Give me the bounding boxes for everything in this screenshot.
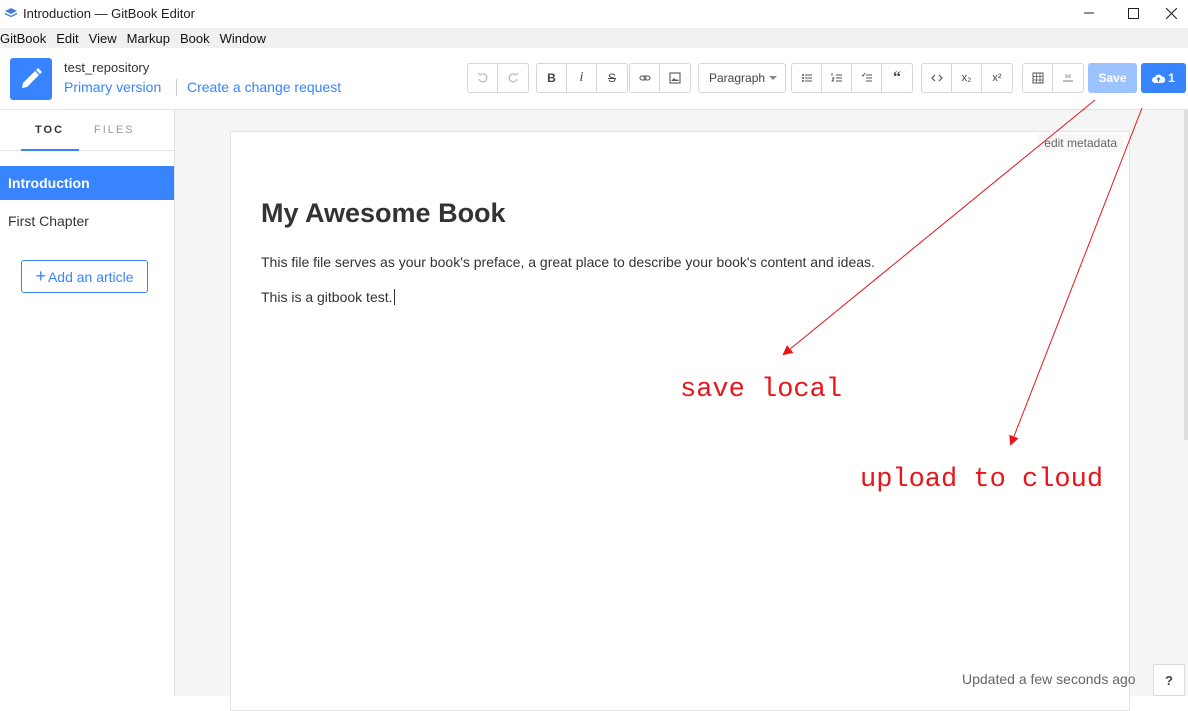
menu-markup[interactable]: Markup — [127, 31, 170, 46]
cloud-upload-icon — [1152, 74, 1166, 83]
list-group: “ — [791, 63, 913, 93]
paragraph-text: This is a gitbook test. — [261, 289, 393, 305]
minimize-button[interactable] — [1067, 0, 1111, 26]
link-button[interactable] — [630, 64, 660, 92]
help-button[interactable]: ? — [1153, 664, 1185, 696]
menu-window[interactable]: Window — [220, 31, 266, 46]
minimize-icon — [1084, 12, 1094, 14]
code-button[interactable] — [922, 64, 952, 92]
bullet-list-icon — [801, 74, 812, 82]
image-button[interactable] — [660, 64, 690, 92]
redo-button[interactable] — [498, 64, 528, 92]
toc-item-introduction[interactable]: Introduction — [0, 166, 174, 200]
strikethrough-button[interactable]: S — [597, 64, 627, 92]
task-list-button[interactable] — [852, 64, 882, 92]
table-group — [1022, 63, 1084, 93]
format-group: B i S — [536, 63, 628, 93]
close-button[interactable] — [1155, 0, 1188, 26]
code-icon — [930, 74, 943, 82]
code-group: x₂ x² — [921, 63, 1013, 93]
tab-toc[interactable]: TOC — [35, 124, 64, 136]
save-status: Updated a few seconds ago — [962, 671, 1136, 687]
annotation-save-local: save local — [680, 375, 843, 405]
text-cursor — [393, 289, 395, 305]
upload-count: 1 — [1168, 71, 1175, 85]
toc-item-first-chapter[interactable]: First Chapter — [0, 204, 174, 238]
branch-separator — [176, 79, 177, 96]
branch-link[interactable]: Primary version — [64, 79, 161, 95]
history-group — [467, 63, 529, 93]
add-article-label: Add an article — [47, 268, 134, 285]
create-change-request-link[interactable]: Create a change request — [187, 79, 341, 95]
repository-name: test_repository — [64, 60, 150, 75]
tab-files[interactable]: FILES — [94, 124, 135, 136]
active-tab-indicator — [21, 149, 79, 151]
maximize-icon — [1127, 7, 1139, 19]
menu-edit[interactable]: Edit — [56, 31, 78, 46]
footnote-button[interactable] — [1053, 64, 1083, 92]
edit-logo[interactable] — [10, 58, 52, 100]
paragraph-style-value: Paragraph — [709, 71, 766, 85]
table-button[interactable] — [1023, 64, 1053, 92]
editor-scrollbar[interactable] — [1184, 110, 1188, 440]
bullet-list-button[interactable] — [792, 64, 822, 92]
menu-bar: GitBook Edit View Markup Book Window — [0, 28, 1188, 48]
paragraph-style-select[interactable]: Paragraph — [698, 63, 786, 93]
document-page[interactable]: edit metadata My Awesome Book This file … — [230, 131, 1130, 711]
blockquote-button[interactable]: “ — [882, 64, 912, 92]
window-title: Introduction — GitBook Editor — [23, 5, 195, 21]
menu-gitbook[interactable]: GitBook — [0, 31, 46, 46]
save-button[interactable]: Save — [1088, 63, 1137, 93]
table-icon — [1032, 72, 1043, 84]
add-article-button[interactable]: + Add an article — [21, 260, 148, 293]
annotation-upload-cloud: upload to cloud — [860, 465, 1104, 495]
close-icon — [1166, 7, 1177, 19]
numbered-list-button[interactable] — [822, 64, 852, 92]
subscript-button[interactable]: x₂ — [952, 64, 982, 92]
image-icon — [669, 72, 681, 84]
redo-icon — [508, 72, 519, 83]
insert-group — [629, 63, 691, 93]
menu-view[interactable]: View — [89, 31, 117, 46]
upload-button[interactable]: 1 — [1141, 63, 1186, 93]
undo-button[interactable] — [468, 64, 498, 92]
italic-button[interactable]: i — [567, 64, 597, 92]
menu-book[interactable]: Book — [180, 31, 210, 46]
pencil-icon — [22, 68, 42, 88]
document-paragraph-active[interactable]: This is a gitbook test. — [261, 289, 395, 305]
undo-icon — [477, 72, 487, 83]
document-paragraph[interactable]: This file file serves as your book's pre… — [261, 254, 875, 270]
maximize-button[interactable] — [1111, 0, 1155, 26]
sidebar: TOC FILES Introduction First Chapter + A… — [0, 110, 175, 696]
superscript-button[interactable]: x² — [982, 64, 1012, 92]
chevron-down-icon — [769, 76, 778, 80]
bold-button[interactable]: B — [537, 64, 567, 92]
plus-icon: + — [35, 266, 46, 286]
task-list-icon — [861, 72, 872, 82]
sidebar-tabs: TOC FILES — [0, 110, 174, 151]
title-bar: Introduction — GitBook Editor — [0, 0, 1188, 26]
gitbook-app-icon — [4, 8, 18, 18]
editor-header: test_repository Primary version Create a… — [0, 48, 1188, 110]
link-icon — [638, 75, 651, 81]
edit-metadata-button[interactable]: edit metadata — [1038, 134, 1123, 152]
footnote-icon — [1063, 74, 1073, 82]
document-heading[interactable]: My Awesome Book — [261, 198, 506, 229]
numbered-list-icon — [830, 73, 842, 82]
